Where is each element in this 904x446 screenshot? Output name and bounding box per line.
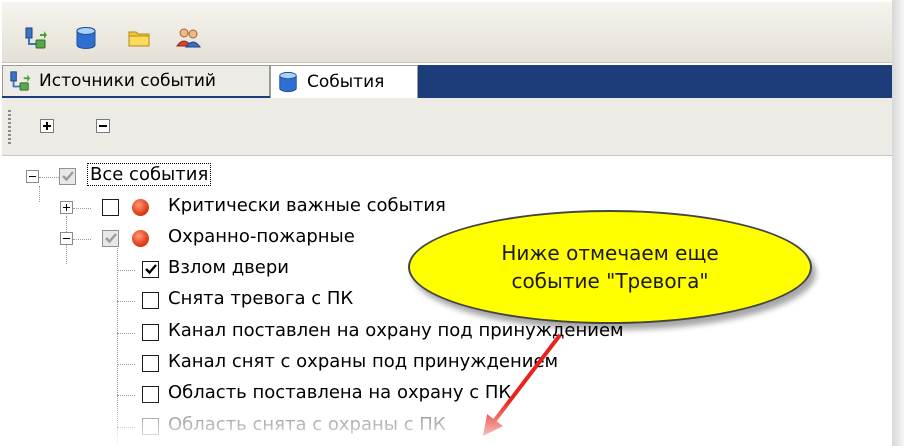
item-label: Область поставлена на охрану с ПК bbox=[168, 382, 512, 403]
tree-item[interactable]: Снята тревога с ПК bbox=[2, 287, 422, 318]
users-icon[interactable] bbox=[176, 26, 201, 50]
window-right-edge bbox=[892, 0, 904, 446]
database-icon[interactable] bbox=[74, 26, 98, 50]
tree-node-root[interactable]: Все события bbox=[2, 163, 402, 194]
item-label: Снята тревога с ПК bbox=[168, 288, 354, 309]
application-window: Источники событий События Все события Кр… bbox=[0, 0, 904, 446]
root-label: Все события bbox=[86, 163, 212, 186]
root-checkbox[interactable] bbox=[59, 168, 76, 185]
event-sources-icon[interactable] bbox=[24, 26, 48, 50]
tree-item[interactable]: Область поставлена на охрану с ПК bbox=[2, 381, 702, 412]
item-label: Канал снят с охраны под принуждением bbox=[168, 351, 559, 372]
item-label: Область снята с охраны с ПК bbox=[168, 414, 446, 435]
tree-node-group[interactable]: Критически важные события bbox=[2, 194, 522, 225]
item-checkbox[interactable] bbox=[142, 292, 159, 309]
database-icon bbox=[279, 71, 297, 93]
tab-event-sources-label: Источники событий bbox=[39, 71, 216, 91]
collapse-node-icon[interactable] bbox=[60, 232, 73, 245]
item-checkbox[interactable] bbox=[142, 355, 159, 372]
annotation-callout: Ниже отмечаем еще событие "Тревога" bbox=[408, 210, 812, 324]
group-checkbox[interactable] bbox=[102, 199, 119, 216]
item-checkbox[interactable] bbox=[142, 386, 159, 403]
tab-events-label: События bbox=[307, 72, 385, 92]
tree-item[interactable]: Взлом двери bbox=[2, 256, 422, 287]
severity-icon bbox=[132, 230, 149, 247]
group-checkbox[interactable] bbox=[102, 230, 119, 247]
toolbar-grip[interactable] bbox=[8, 110, 11, 146]
tree-item[interactable]: Канал снят с охраны под принуждением bbox=[2, 350, 702, 381]
callout-line-2: событие "Тревога" bbox=[511, 269, 709, 293]
item-checkbox[interactable] bbox=[142, 418, 159, 435]
event-sources-icon bbox=[10, 71, 31, 91]
folder-icon[interactable] bbox=[127, 26, 151, 50]
group-label: Критически важные события bbox=[168, 195, 446, 216]
group-label: Охранно-пожарные bbox=[168, 226, 355, 247]
severity-icon bbox=[132, 199, 149, 216]
expand-all-icon[interactable] bbox=[40, 119, 54, 133]
tree-toolbar bbox=[2, 98, 892, 156]
item-checkbox[interactable] bbox=[142, 261, 159, 278]
tree-node-group[interactable]: Охранно-пожарные bbox=[2, 225, 422, 256]
item-label: Канал поставлен на охрану под принуждени… bbox=[168, 320, 624, 341]
expand-node-icon[interactable] bbox=[60, 201, 73, 214]
callout-line-1: Ниже отмечаем еще bbox=[501, 241, 719, 265]
tab-events[interactable]: События bbox=[270, 65, 418, 98]
item-checkbox[interactable] bbox=[142, 324, 159, 341]
tab-event-sources[interactable]: Источники событий bbox=[2, 65, 270, 96]
collapse-all-icon[interactable] bbox=[96, 119, 110, 133]
tree-item[interactable]: Область снята с охраны с ПК bbox=[2, 413, 702, 444]
collapse-node-icon[interactable] bbox=[26, 170, 39, 183]
item-label: Взлом двери bbox=[168, 257, 289, 278]
tab-strip: Источники событий События bbox=[2, 65, 892, 98]
main-toolbar bbox=[2, 2, 892, 63]
